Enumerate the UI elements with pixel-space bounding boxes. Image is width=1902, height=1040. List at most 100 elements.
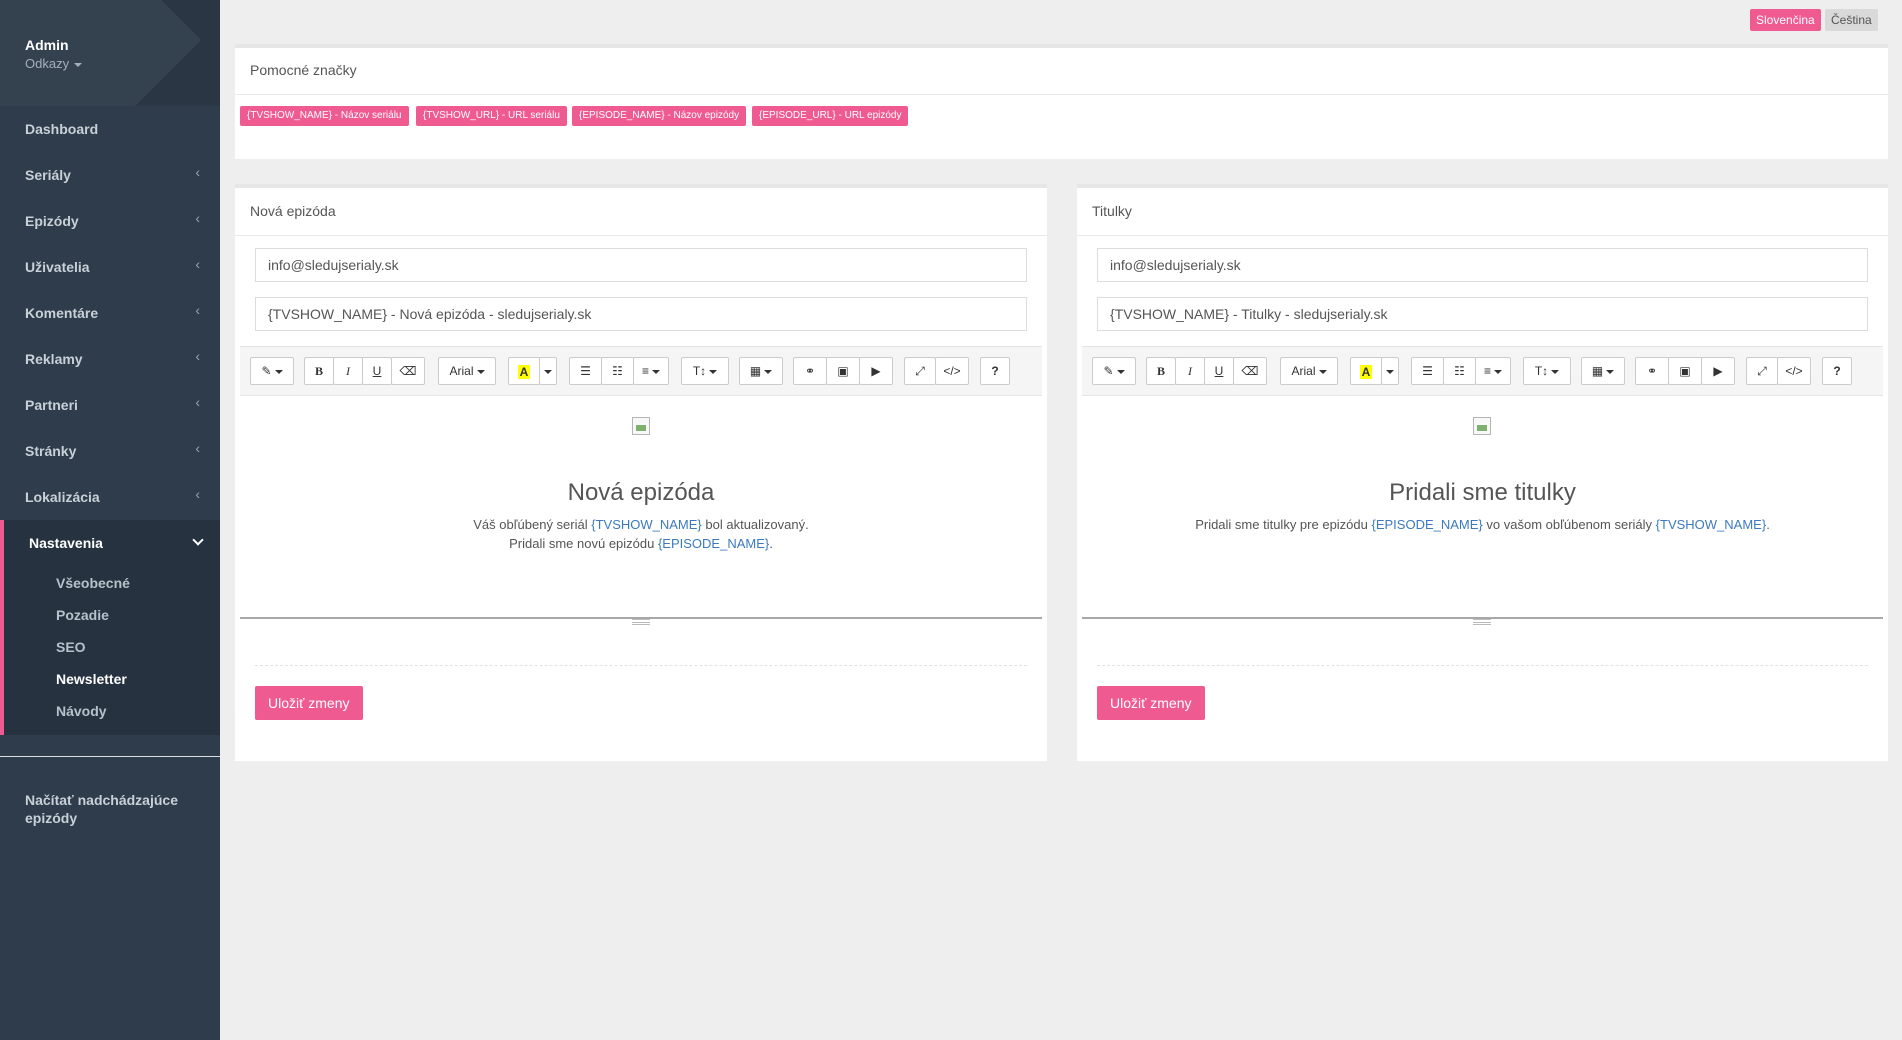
- italic-button[interactable]: I: [333, 357, 363, 385]
- underline-button[interactable]: U: [362, 357, 392, 385]
- subtitles-editor[interactable]: Pridali sme titulky Pridali sme titulky …: [1082, 397, 1883, 617]
- line-height-dropdown[interactable]: T↕: [1523, 357, 1571, 385]
- sidebar-item-partneri[interactable]: Partneri ‹: [0, 382, 220, 428]
- image-button[interactable]: ▣: [1668, 357, 1702, 385]
- sidebar: Admin Odkazy Dashboard Seriály ‹ Epizódy ‹…: [0, 0, 220, 1040]
- text: Váš obľúbený seriál: [473, 517, 592, 532]
- sidebar-subitem-newsletter[interactable]: Newsletter: [56, 671, 127, 687]
- eraser-icon: ⌫: [399, 364, 417, 378]
- sidebar-item-reklamy[interactable]: Reklamy ‹: [0, 336, 220, 382]
- sidebar-item-serialy[interactable]: Seriály ‹: [0, 152, 220, 198]
- font-family-dropdown[interactable]: Arial: [438, 357, 496, 385]
- italic-button[interactable]: I: [1175, 357, 1205, 385]
- underline-icon: U: [1214, 364, 1224, 378]
- fullscreen-icon: ⤢: [915, 364, 925, 378]
- subject-input[interactable]: {TVSHOW_NAME} - Titulky - sledujserialy.…: [1097, 297, 1868, 331]
- help-button[interactable]: ?: [1822, 357, 1852, 385]
- load-upcoming-episodes-link[interactable]: Načítať nadchádzajúce epizódy: [25, 791, 205, 827]
- sidebar-item-komentare[interactable]: Komentáre ‹: [0, 290, 220, 336]
- panel-divider: [235, 235, 1047, 236]
- help-icon: ?: [991, 364, 999, 378]
- resize-grip-icon[interactable]: [632, 619, 650, 625]
- form-divider: [1097, 665, 1868, 666]
- text-height-icon: T↕: [1534, 364, 1549, 378]
- language-slovak-button[interactable]: Slovenčina: [1750, 9, 1821, 31]
- sidebar-item-label: Lokalizácia: [25, 489, 100, 505]
- font-family-dropdown[interactable]: Arial: [1280, 357, 1338, 385]
- sidebar-item-label: Epizódy: [25, 213, 79, 229]
- bold-button[interactable]: B: [304, 357, 334, 385]
- sidebar-item-epizody[interactable]: Epizódy ‹: [0, 198, 220, 244]
- unordered-list-button[interactable]: ☰: [569, 357, 602, 385]
- paragraph-align-dropdown[interactable]: ≡: [1475, 357, 1511, 385]
- links-dropdown[interactable]: Odkazy: [25, 56, 83, 71]
- font-family-label: Arial: [1291, 364, 1316, 378]
- code-view-button[interactable]: </>: [935, 357, 969, 385]
- sidebar-item-uzivatelia[interactable]: Uživatelia ‹: [0, 244, 220, 290]
- sender-email-input[interactable]: info@sledujserialy.sk: [255, 248, 1027, 282]
- sidebar-divider: [0, 756, 220, 757]
- help-button[interactable]: ?: [980, 357, 1010, 385]
- unordered-list-button[interactable]: ☰: [1411, 357, 1444, 385]
- sidebar-item-dashboard[interactable]: Dashboard: [0, 106, 220, 152]
- bold-button[interactable]: B: [1146, 357, 1176, 385]
- save-button[interactable]: Uložiť zmeny: [1097, 686, 1205, 720]
- language-czech-button[interactable]: Čeština: [1825, 9, 1878, 31]
- sidebar-item-lokalizacia[interactable]: Lokalizácia ‹: [0, 474, 220, 520]
- table-dropdown[interactable]: ▦: [739, 357, 783, 385]
- text: bol aktualizovaný.: [701, 517, 809, 532]
- image-button[interactable]: ▣: [826, 357, 860, 385]
- clear-format-button[interactable]: ⌫: [1233, 357, 1267, 385]
- fullscreen-button[interactable]: ⤢: [1746, 357, 1778, 385]
- clear-format-button[interactable]: ⌫: [391, 357, 425, 385]
- email-body-line: Pridali sme novú epizódu {EPISODE_NAME}.: [240, 536, 1042, 551]
- table-dropdown[interactable]: ▦: [1581, 357, 1625, 385]
- sidebar-item-stranky[interactable]: Stránky ‹: [0, 428, 220, 474]
- style-dropdown[interactable]: ✎: [1092, 357, 1136, 385]
- video-button[interactable]: ▶: [1701, 357, 1735, 385]
- subject-input[interactable]: {TVSHOW_NAME} - Nová epizóda - sledujser…: [255, 297, 1027, 331]
- caret-down-icon: [652, 369, 660, 374]
- sidebar-item-nastavenia[interactable]: Nastavenia: [29, 535, 103, 551]
- fullscreen-button[interactable]: ⤢: [904, 357, 936, 385]
- paragraph-align-dropdown[interactable]: ≡: [633, 357, 669, 385]
- chevron-left-icon: ‹: [195, 256, 200, 272]
- highlight-color-button[interactable]: A: [508, 357, 540, 385]
- sidebar-section-nastavenia: Nastavenia Všeobecné Pozadie SEO Newslet…: [0, 520, 220, 735]
- new-episode-editor[interactable]: Nová epizóda Váš obľúbený seriál {TVSHOW…: [240, 397, 1042, 617]
- resize-grip-icon[interactable]: [1473, 619, 1491, 625]
- line-height-dropdown[interactable]: T↕: [681, 357, 729, 385]
- sender-email-input[interactable]: info@sledujserialy.sk: [1097, 248, 1868, 282]
- text: Pridali sme novú epizódu: [509, 536, 658, 551]
- highlight-color-dropdown[interactable]: [539, 357, 557, 385]
- align-icon: ≡: [641, 364, 649, 378]
- underline-button[interactable]: U: [1204, 357, 1234, 385]
- caret-down-icon: [1551, 369, 1560, 374]
- ordered-list-button[interactable]: ☷: [601, 357, 634, 385]
- save-button[interactable]: Uložiť zmeny: [255, 686, 363, 720]
- panel-title: Pomocné značky: [250, 62, 357, 78]
- sidebar-subitem-vseobecne[interactable]: Všeobecné: [56, 575, 130, 591]
- panel-title: Nová epizóda: [250, 203, 336, 219]
- code-icon: </>: [1785, 364, 1803, 378]
- sidebar-subitem-pozadie[interactable]: Pozadie: [56, 607, 109, 623]
- style-dropdown[interactable]: ✎: [250, 357, 294, 385]
- magic-wand-icon: ✎: [261, 364, 272, 378]
- sidebar-subitem-seo[interactable]: SEO: [56, 639, 86, 655]
- highlight-color-button[interactable]: A: [1350, 357, 1382, 385]
- caret-down-icon: [1606, 369, 1615, 374]
- code-view-button[interactable]: </>: [1777, 357, 1811, 385]
- link-button[interactable]: ⚭: [793, 357, 827, 385]
- helper-tags-panel: Pomocné značky: [235, 44, 1888, 159]
- link-button[interactable]: ⚭: [1635, 357, 1669, 385]
- numbered-list-icon: ☷: [1454, 364, 1465, 378]
- highlight-icon: A: [1360, 364, 1372, 379]
- highlight-color-dropdown[interactable]: [1381, 357, 1399, 385]
- sidebar-subitem-navody[interactable]: Návody: [56, 703, 107, 719]
- ordered-list-button[interactable]: ☷: [1443, 357, 1476, 385]
- chevron-down-icon: [192, 534, 204, 546]
- video-button[interactable]: ▶: [859, 357, 893, 385]
- caret-down-icon: [709, 369, 718, 374]
- caret-down-icon: [1386, 369, 1394, 374]
- caret-down-icon: [74, 62, 83, 67]
